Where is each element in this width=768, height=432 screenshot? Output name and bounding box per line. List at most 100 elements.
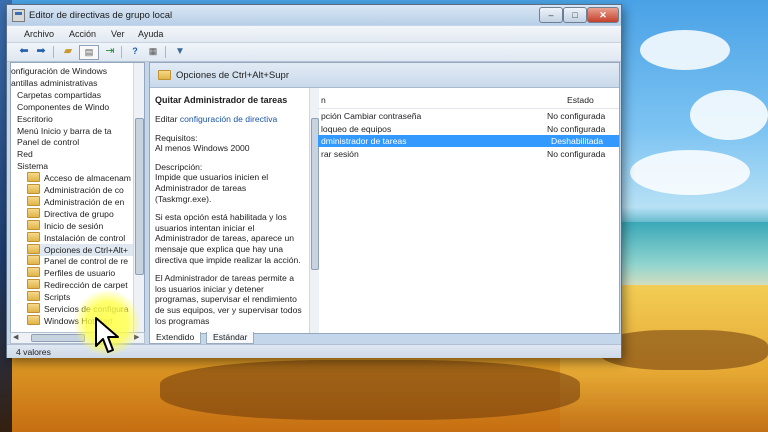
tree-item-label: Directiva de grupo [44,208,114,219]
folder-icon [27,279,40,290]
menu-archivo[interactable]: Archivo [24,29,54,39]
policy-row[interactable]: rar sesión No configurada [318,148,619,160]
up-folder-icon[interactable]: ▰ [61,45,75,58]
tree-item[interactable]: Directiva de grupo [27,207,144,220]
tree-item-label: Opciones de Ctrl+Alt+ [44,244,129,255]
policy-row[interactable]: dministrador de tareas Deshabilitada [318,135,619,147]
cloud [690,90,768,140]
show-tree-icon[interactable]: ▤ [79,45,99,60]
tree-item-label: antillas administrativas [11,77,98,88]
tree-item[interactable]: Instalación de control [27,231,144,244]
tree-item[interactable]: Administración de co [27,184,144,196]
tree-item[interactable]: Perfiles de usuario [27,267,144,279]
tree-item-label: Escritorio [17,113,53,124]
palm-shadow [160,360,580,420]
tree-item[interactable]: onfiguración de Windows [11,65,144,77]
tree-item-label: Redirección de carpet [44,280,128,291]
maximize-button[interactable]: □ [563,7,587,23]
tree-item-label: Inicio de sesión [44,220,104,231]
policy-title: Quitar Administrador de tareas [155,95,288,105]
column-header-setting[interactable]: n [321,95,326,105]
folder-icon [27,207,40,218]
tree-item-label: Instalación de control [44,232,126,243]
folder-header: Opciones de Ctrl+Alt+Supr [150,63,619,88]
tree-item[interactable]: Carpetas compartidas [17,89,144,101]
description-label: Descripción: [155,161,203,172]
tree-item[interactable]: Acceso de almacenam [27,172,144,184]
tree-vertical-scrollbar[interactable] [133,63,144,333]
folder-icon [27,267,40,278]
folder-icon [27,243,40,254]
tree-item[interactable]: Escritorio [17,113,144,125]
folder-icon [158,70,171,80]
tree-scroll-thumb[interactable] [135,118,144,275]
forward-arrow-icon[interactable]: ➡ [34,45,48,58]
minimize-button[interactable]: – [539,7,563,23]
folder-icon [27,231,40,242]
gpedit-app-icon [12,9,25,22]
description-paragraph-3: El Administrador de tareas permite a los… [155,273,302,326]
back-arrow-icon[interactable]: ⬅ [17,45,31,58]
edit-policy-link[interactable]: configuración de directiva [180,114,277,124]
tree-item[interactable]: Panel de control de re [27,255,144,267]
tree-item[interactable]: Red [17,148,144,160]
view-tabs: Extendido Estándar [149,332,618,344]
toolbar-separator [53,46,54,58]
tree-item-label: Red [17,149,33,160]
tree-item-label: Menú Inicio y barra de ta [17,125,112,136]
tab-estandar[interactable]: Estándar [206,332,255,344]
tree-item[interactable]: Opciones de Ctrl+Alt+ [27,243,144,256]
toolbar-separator [165,46,166,58]
menu-accion[interactable]: Acción [69,29,96,39]
tree-item-label: Administración de en [44,196,125,207]
filter-icon[interactable]: ▼ [173,45,187,58]
policy-tree[interactable]: onfiguración de Windows antillas administ… [10,62,145,334]
list-header: n Estado [318,93,619,109]
palm-shadow [600,330,768,370]
tree-item[interactable]: Redirección de carpet [27,279,144,291]
tree-item-label: Scripts [44,292,71,303]
tab-extendido[interactable]: Extendido [149,332,202,344]
status-text: 4 valores [16,347,51,357]
tree-item[interactable]: Componentes de Windo [17,101,144,113]
tree-item[interactable]: Inicio de sesión [27,219,144,232]
policy-state: No configurada [547,111,606,121]
tree-item[interactable]: Panel de control [17,136,144,148]
menu-ayuda[interactable]: Ayuda [138,29,163,39]
tree-item[interactable]: Administración de en [27,195,144,208]
export-icon[interactable]: ⇥ [103,45,117,58]
tree-item-label: Panel de control de re [44,256,129,267]
policy-row[interactable]: loqueo de equipos No configurada [318,123,619,135]
folder-icon [27,172,40,183]
folder-icon [27,184,40,194]
toolbar: ⬅ ➡ ▰ ▤ ⇥ ? ▦ ▼ [7,43,621,62]
policy-name: pción Cambiar contraseña [321,111,422,121]
folder-icon [27,219,40,230]
cloud [630,150,750,195]
policy-name: loqueo de equipos [321,123,392,134]
folder-icon [27,303,40,313]
policy-list: n Estado pción Cambiar contraseña No conf… [318,88,619,333]
toolbar-separator [121,46,122,58]
policy-description: Quitar Administrador de tareas Editar co… [150,88,310,333]
scroll-left-icon[interactable]: ◀ [13,333,18,341]
policy-name: dministrador de tareas [321,136,407,146]
menu-ver[interactable]: Ver [111,29,125,39]
properties-icon[interactable]: ▦ [146,45,160,58]
tree-item[interactable]: Menú Inicio y barra de ta [17,125,144,137]
title-bar[interactable]: Editor de directivas de grupo local – □ … [7,5,621,25]
help-icon[interactable]: ? [128,45,142,58]
policy-row[interactable]: pción Cambiar contraseña No configurada [318,110,619,122]
column-header-state[interactable]: Estado [567,95,594,105]
tree-item-label: Carpetas compartidas [17,89,102,100]
close-button[interactable]: ✕ [587,7,619,23]
tree-item-label: Perfiles de usuario [44,268,116,279]
window-title: Editor de directivas de grupo local [29,10,173,21]
tree-item[interactable]: antillas administrativas [11,77,144,89]
edit-prefix: Editar [155,114,180,124]
tree-item[interactable]: Sistema [17,160,144,172]
requirements-label: Requisitos: [155,132,198,143]
details-pane: Opciones de Ctrl+Alt+Supr Quitar Adminis… [149,62,620,334]
tree-item-label: Panel de control [17,137,80,148]
policy-name: rar sesión [321,148,359,159]
